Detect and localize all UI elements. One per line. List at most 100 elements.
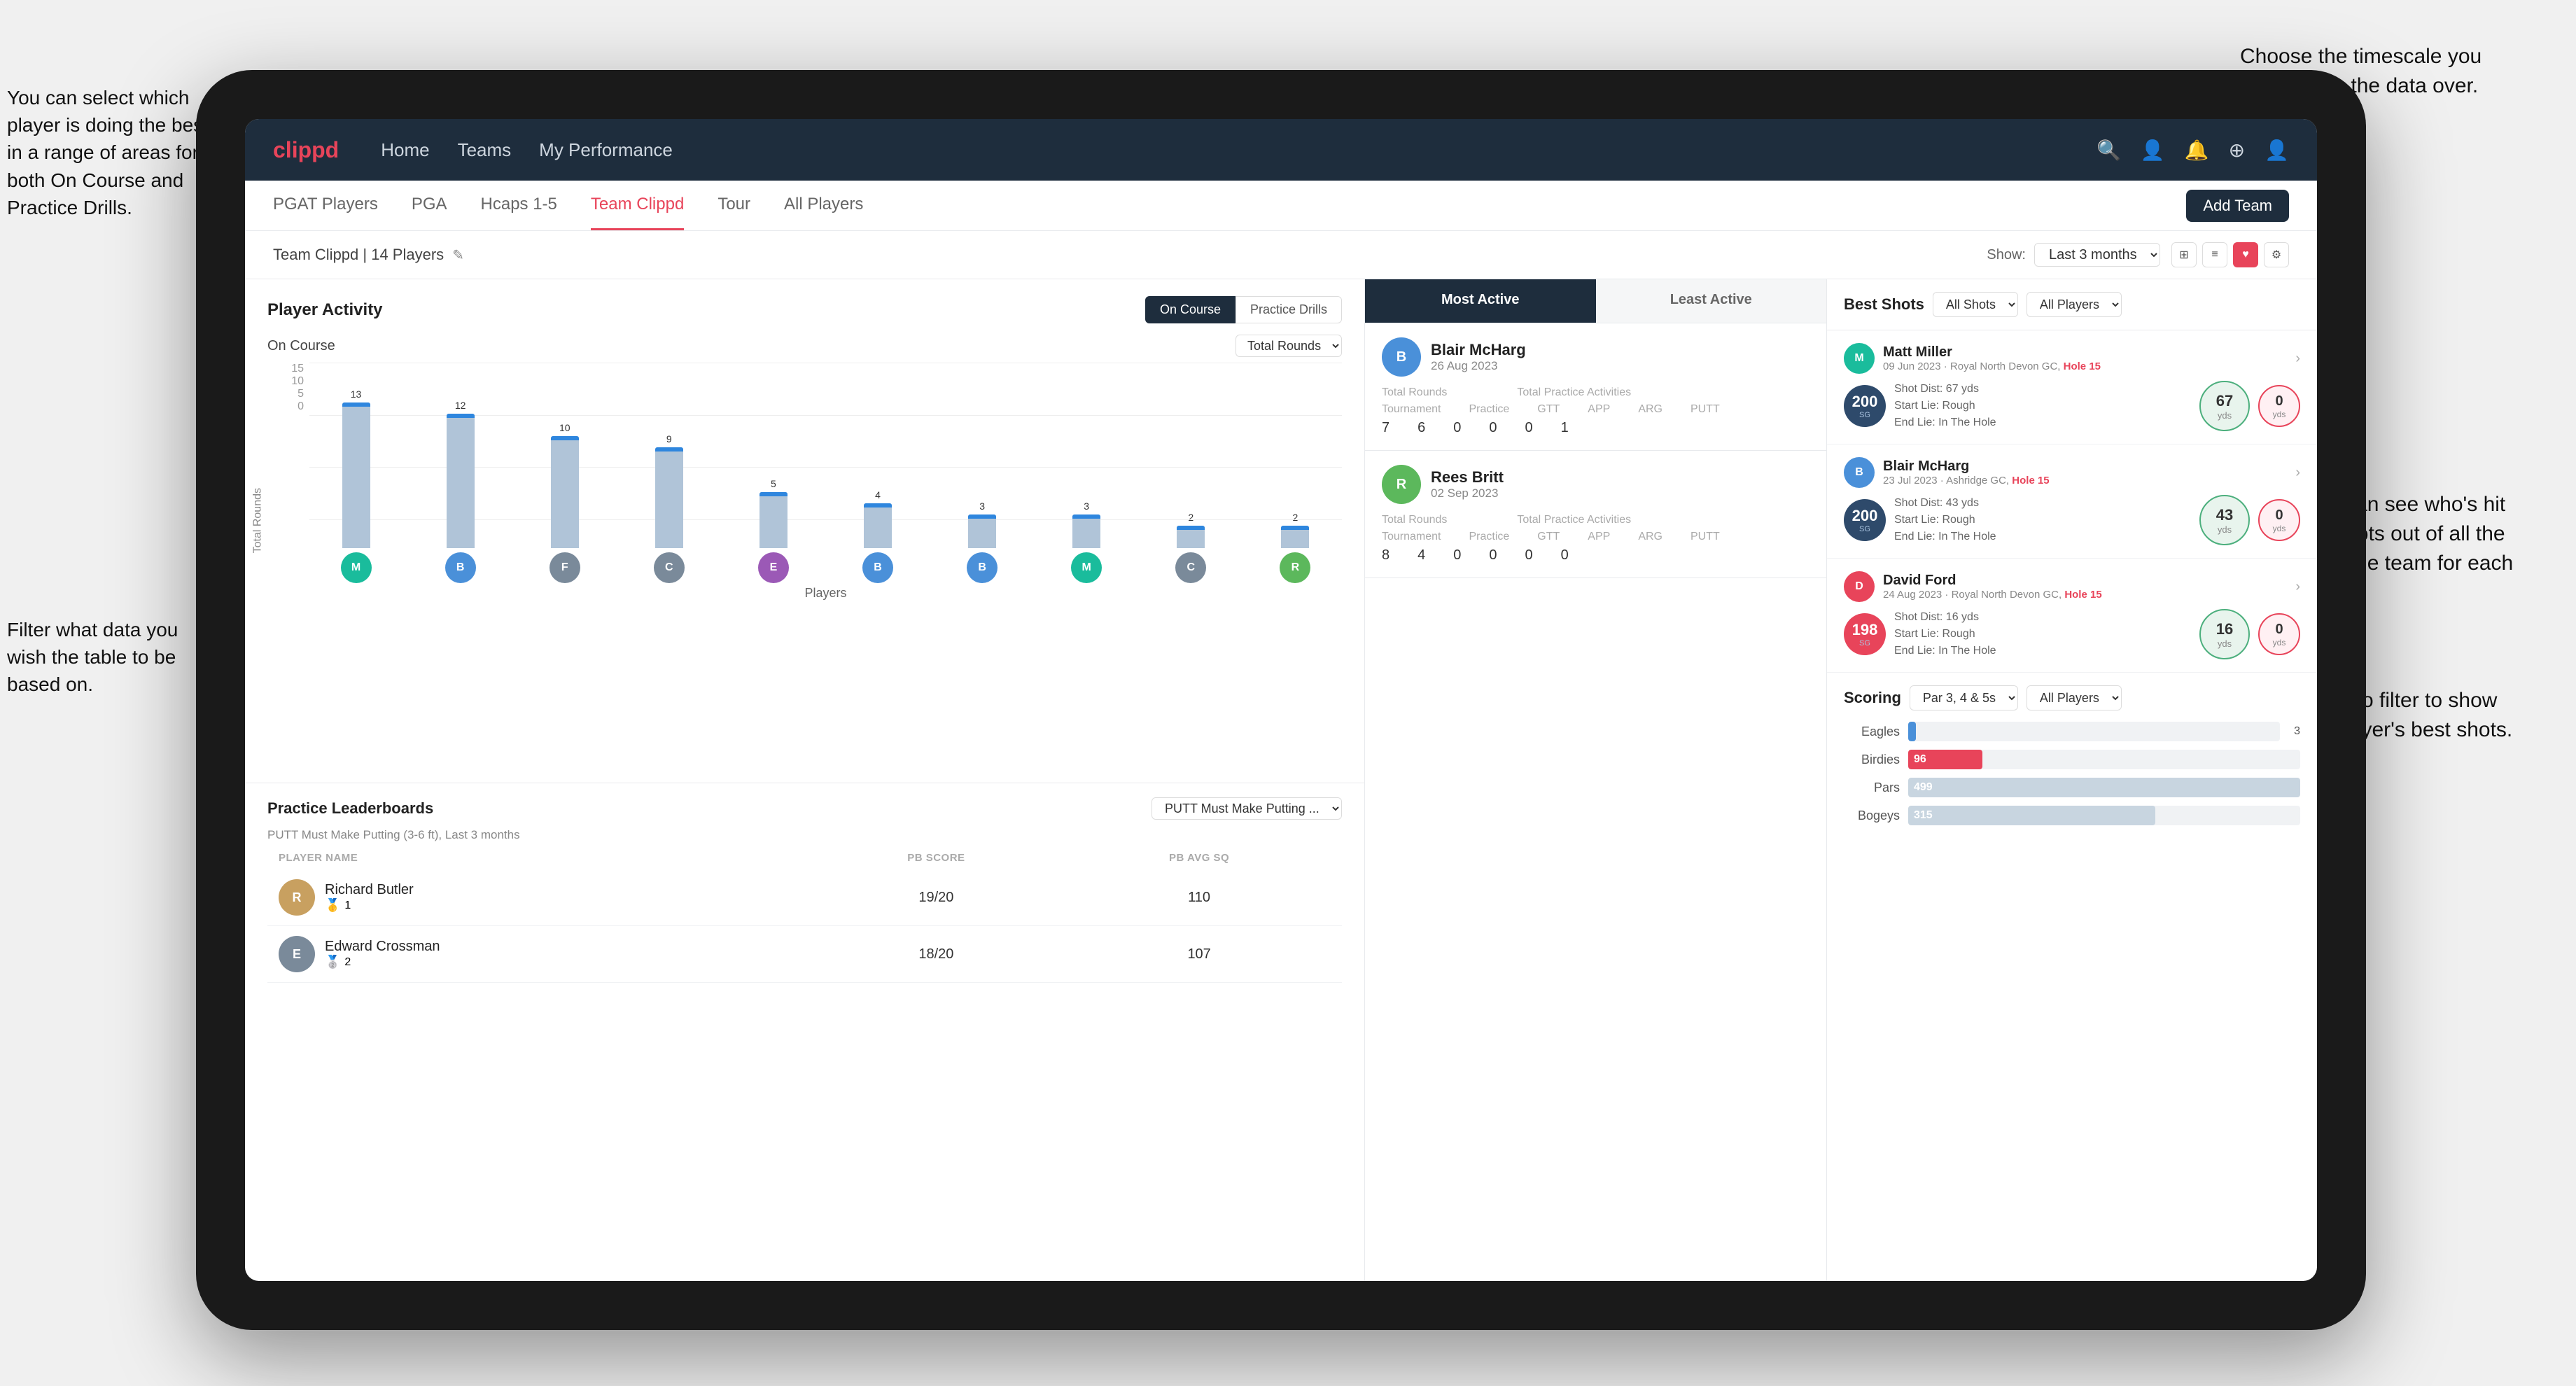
scoring-val-outside-0: 3 — [2294, 725, 2300, 738]
shot-chevron-3[interactable]: › — [2295, 579, 2300, 595]
avatar-circle-6: B — [967, 552, 997, 583]
practice-filter-select[interactable]: PUTT Must Make Putting ... — [1152, 797, 1342, 820]
lb-pb-score-2: 18/20 — [805, 946, 1068, 962]
shot-card-header-2: B Blair McHarg 23 Jul 2023 · Ashridge GC… — [1844, 457, 2300, 488]
chart-filter-select[interactable]: Total Rounds — [1236, 335, 1342, 357]
scoring-players-select[interactable]: All Players — [2026, 685, 2122, 710]
shot-dist-badge-1: 67 yds — [2199, 381, 2250, 431]
scoring-bars: Eagles3Birdies96Pars499Bogeys315 — [1844, 722, 2300, 825]
scoring-bar-wrap-0 — [1908, 722, 2280, 741]
tablet-screen: clippd Home Teams My Performance 🔍 👤 🔔 ⊕… — [245, 119, 2317, 1281]
practice-drills-toggle[interactable]: Practice Drills — [1236, 296, 1342, 323]
nav-teams[interactable]: Teams — [458, 139, 512, 161]
silver-medal-icon: 🥈 — [325, 955, 340, 969]
bar-group-9: 2 — [1249, 512, 1342, 548]
shot-player-info-3: David Ford 24 Aug 2023 · Royal North Dev… — [1883, 573, 2102, 601]
shot-player-sub-3: 24 Aug 2023 · Royal North Devon GC, Hole… — [1883, 589, 2102, 601]
shot-info-1: Shot Dist: 67 yds Start Lie: Rough End L… — [1894, 381, 2191, 431]
tab-tour[interactable]: Tour — [718, 181, 750, 230]
arg-col-2: ARG — [1638, 531, 1662, 543]
shot-card-3: D David Ford 24 Aug 2023 · Royal North D… — [1827, 559, 2317, 673]
all-shots-select[interactable]: All Shots — [1933, 292, 2018, 317]
shot-avatar-2: B — [1844, 457, 1875, 488]
stats-values-1: 7 6 0 0 0 1 — [1382, 420, 1809, 436]
list-view-icon[interactable]: ≡ — [2202, 242, 2227, 267]
player-avatar-9: R — [1249, 552, 1342, 583]
practice-col-2: Practice — [1469, 531, 1510, 543]
lb-avg-score-1: 110 — [1068, 890, 1331, 906]
scoring-bar-fill-3: 315 — [1908, 806, 2155, 825]
add-team-button[interactable]: Add Team — [2186, 190, 2289, 222]
nav-my-performance[interactable]: My Performance — [539, 139, 673, 161]
bar-0 — [342, 402, 370, 548]
people-icon[interactable]: 👤 — [2141, 139, 2165, 162]
shot-player-info-1: Matt Miller 09 Jun 2023 · Royal North De… — [1883, 344, 2101, 372]
shot-sg-num-1: 200 — [1852, 393, 1878, 411]
scoring-par-select[interactable]: Par 3, 4 & 5s — [1910, 685, 2018, 710]
bar-group-7: 3 — [1040, 500, 1133, 548]
shot-sg-label-3: SG — [1859, 639, 1870, 648]
bar-group-1: 12 — [414, 400, 507, 548]
shot-chevron-1[interactable]: › — [2295, 351, 2300, 367]
rank-number-1: 1 — [344, 899, 351, 912]
shot-zero-unit-2: yds — [2273, 524, 2286, 533]
col-pb-score: PB SCORE — [805, 852, 1068, 864]
all-players-select[interactable]: All Players — [2026, 292, 2122, 317]
leaderboard-subtitle: PUTT Must Make Putting (3-6 ft), Last 3 … — [267, 828, 1342, 842]
account-icon[interactable]: 👤 — [2264, 139, 2289, 162]
tab-pgat-players[interactable]: PGAT Players — [273, 181, 378, 230]
most-active-tab[interactable]: Most Active — [1365, 279, 1596, 323]
lb-rank-badge-2: 🥈 2 — [325, 955, 440, 969]
bell-icon[interactable]: 🔔 — [2185, 139, 2209, 162]
practice-title: Practice Leaderboards — [267, 799, 433, 818]
tab-team-clippd[interactable]: Team Clippd — [591, 181, 684, 230]
shot-dist-num-2: 43 — [2216, 506, 2233, 524]
tab-pga[interactable]: PGA — [412, 181, 447, 230]
player-avatar-1: B — [414, 552, 507, 583]
least-active-tab[interactable]: Least Active — [1596, 279, 1827, 323]
on-course-toggle[interactable]: On Course — [1145, 296, 1236, 323]
player-avatar-8: C — [1144, 552, 1238, 583]
shot-zero-badge-1: 0 yds — [2258, 385, 2300, 427]
player-card-date-1: 26 Aug 2023 — [1431, 359, 1809, 373]
tab-all-players[interactable]: All Players — [784, 181, 863, 230]
annotation-top-left: You can select which player is doing the… — [7, 84, 210, 221]
lb-avg-score-2: 107 — [1068, 946, 1331, 962]
bar-group-6: 3 — [936, 500, 1029, 548]
lb-player-details-2: Edward Crossman 🥈 2 — [325, 939, 440, 969]
add-circle-icon[interactable]: ⊕ — [2229, 139, 2245, 162]
tab-hcaps[interactable]: Hcaps 1-5 — [481, 181, 557, 230]
bar-value-7: 3 — [1084, 500, 1089, 512]
search-icon[interactable]: 🔍 — [2096, 139, 2121, 162]
scoring-row-1: Birdies 96 — [1844, 750, 2300, 769]
shot-card-header-1: M Matt Miller 09 Jun 2023 · Royal North … — [1844, 343, 2300, 374]
activity-header: Player Activity On Course Practice Drill… — [267, 296, 1342, 323]
scoring-label-0: Eagles — [1844, 724, 1900, 739]
shot-dist-num-3: 16 — [2216, 620, 2233, 638]
shot-avatar-3: D — [1844, 571, 1875, 602]
scoring-bar-fill-1: 96 — [1908, 750, 1982, 769]
active-player-card-2: R Rees Britt 02 Sep 2023 Total Rounds To… — [1365, 451, 1826, 578]
shot-info-3: Shot Dist: 16 yds Start Lie: Rough End L… — [1894, 609, 2191, 659]
y-label-5: 5 — [298, 388, 304, 400]
grid-view-icon[interactable]: ⊞ — [2171, 242, 2197, 267]
time-period-select[interactable]: Last 3 months — [2034, 243, 2160, 267]
shot-zero-num-1: 0 — [2275, 393, 2283, 410]
tournament-col: Tournament — [1382, 403, 1441, 416]
nav-home[interactable]: Home — [381, 139, 429, 161]
tournament-val-2: 8 — [1382, 547, 1390, 564]
scoring-label-1: Birdies — [1844, 752, 1900, 767]
avatar-circle-9: R — [1280, 552, 1310, 583]
card-view-icon[interactable]: ♥ — [2233, 242, 2258, 267]
bar-value-5: 4 — [875, 489, 881, 500]
tablet-device: clippd Home Teams My Performance 🔍 👤 🔔 ⊕… — [196, 70, 2366, 1330]
settings-view-icon[interactable]: ⚙ — [2264, 242, 2289, 267]
edit-icon[interactable]: ✎ — [452, 246, 464, 264]
bar-6 — [968, 514, 996, 548]
app-val-1: 0 — [1489, 420, 1497, 436]
bar-group-8: 2 — [1144, 512, 1238, 548]
avatar-circle-7: M — [1071, 552, 1102, 583]
lb-player-details-1: Richard Butler 🥇 1 — [325, 882, 414, 913]
shot-player-sub-2: 23 Jul 2023 · Ashridge GC, Hole 15 — [1883, 475, 2050, 486]
shot-chevron-2[interactable]: › — [2295, 465, 2300, 481]
